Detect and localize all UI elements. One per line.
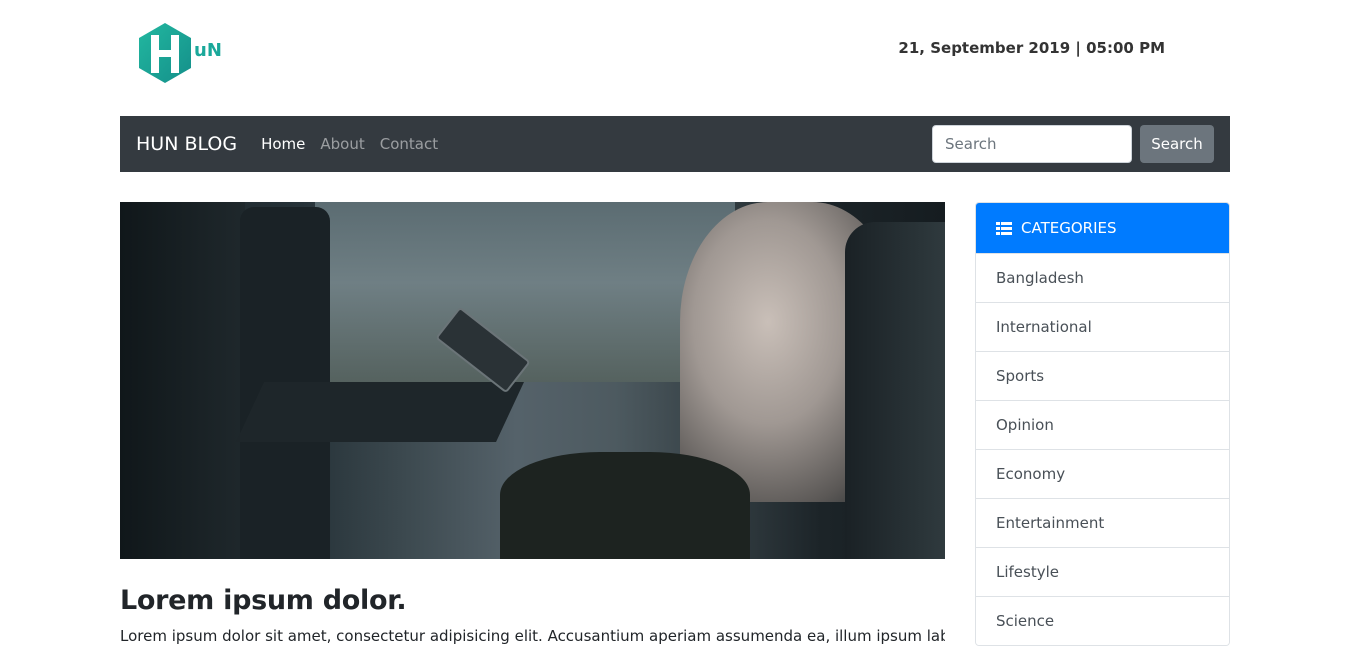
nav-link-about[interactable]: About: [320, 135, 364, 153]
categories-header: CATEGORIES: [976, 203, 1229, 253]
category-item-bangladesh[interactable]: Bangladesh: [976, 253, 1229, 302]
lap-image-region: [500, 452, 750, 559]
header-datetime: 21, September 2019 | 05:00 PM: [898, 39, 1165, 57]
logo-text: uN: [194, 40, 222, 61]
search-button[interactable]: Search: [1140, 125, 1214, 163]
category-item-lifestyle[interactable]: Lifestyle: [976, 547, 1229, 596]
nav-link-contact[interactable]: Contact: [380, 135, 438, 153]
search-form: Search: [932, 125, 1214, 163]
navbar-brand[interactable]: HUN BLOG: [136, 133, 237, 155]
tray-table-image-region: [236, 382, 524, 442]
category-item-economy[interactable]: Economy: [976, 449, 1229, 498]
category-item-international[interactable]: International: [976, 302, 1229, 351]
search-input[interactable]: [932, 125, 1132, 163]
category-item-science[interactable]: Science: [976, 596, 1229, 645]
post-title[interactable]: Lorem ipsum dolor.: [120, 585, 407, 616]
category-item-entertainment[interactable]: Entertainment: [976, 498, 1229, 547]
list-icon: [996, 221, 1012, 235]
post-featured-image: [120, 202, 945, 559]
site-logo[interactable]: uN: [136, 20, 226, 86]
main-navbar: HUN BLOG Home About Contact Search: [120, 116, 1230, 172]
category-item-opinion[interactable]: Opinion: [976, 400, 1229, 449]
seat-left-image-region: [120, 202, 245, 559]
hexagon-h-logo-icon: [139, 23, 191, 83]
categories-header-label: CATEGORIES: [1021, 219, 1117, 237]
categories-card: CATEGORIES Bangladesh International Spor…: [975, 202, 1230, 646]
post-excerpt: Lorem ipsum dolor sit amet, consectetur …: [120, 627, 945, 645]
train-window-image-region: [315, 202, 735, 382]
category-item-sports[interactable]: Sports: [976, 351, 1229, 400]
nav-link-home[interactable]: Home: [261, 135, 305, 153]
page-container: uN 21, September 2019 | 05:00 PM HUN BLO…: [120, 0, 1230, 653]
seat-right-image-region: [845, 222, 945, 559]
